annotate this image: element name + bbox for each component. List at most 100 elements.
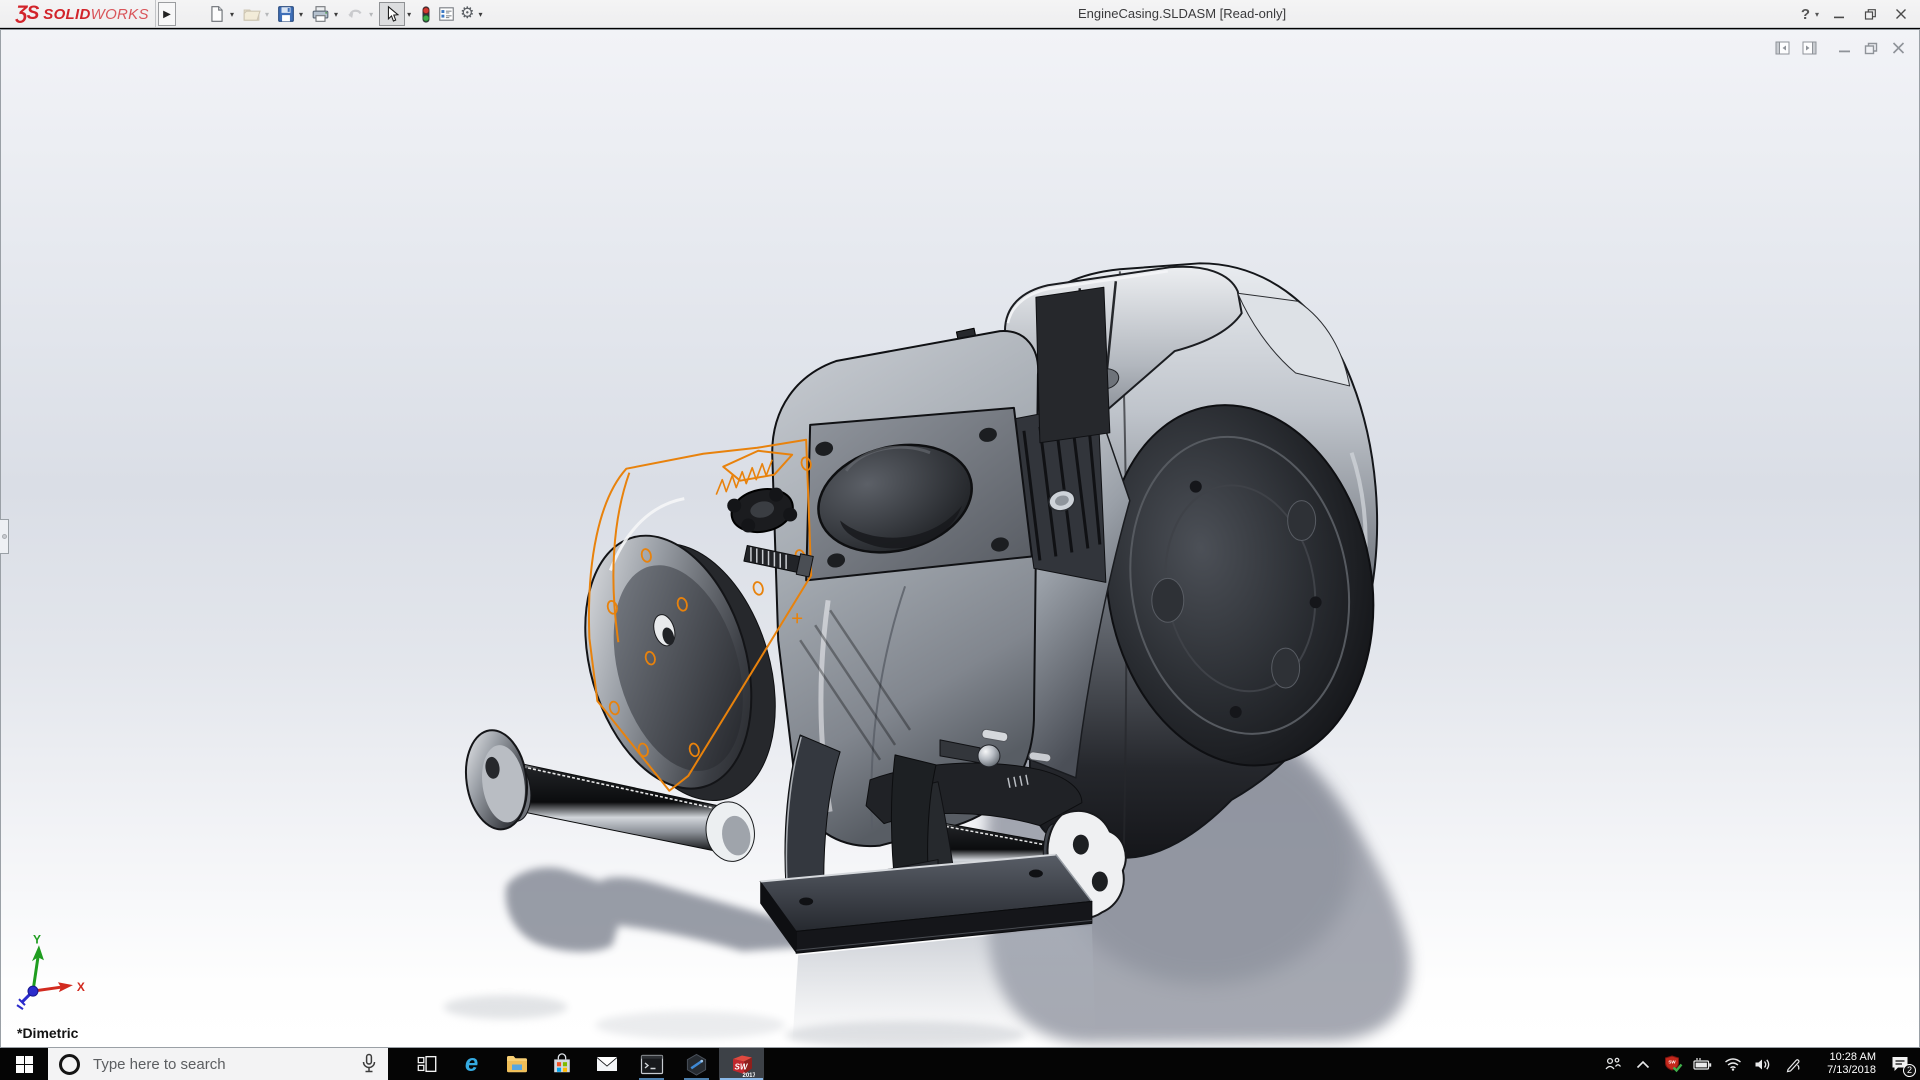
titlebar-separator <box>155 0 156 28</box>
sw-cube-year: 2017 <box>742 1073 755 1078</box>
undo-button[interactable] <box>344 2 367 26</box>
microphone-icon[interactable] <box>360 1053 378 1080</box>
undo-icon <box>348 9 362 18</box>
save-dropdown-arrow[interactable]: ▾ <box>299 10 303 19</box>
select-dropdown-arrow[interactable]: ▾ <box>407 10 411 19</box>
doc-minimize-button[interactable] <box>1835 40 1853 56</box>
select-cursor-icon <box>387 5 400 22</box>
mail-icon <box>595 1056 618 1071</box>
open-button[interactable] <box>240 2 263 26</box>
title-bar: ƷS SOLID WORKS ▶ ▾ ▾ ▾ ▾ ▾ ▾ ⚙ ▾ EngineC… <box>0 0 1920 28</box>
gear-icon: ⚙ <box>460 5 475 22</box>
microsoft-store-icon <box>553 1053 570 1073</box>
rear-plate <box>1035 286 1111 444</box>
doc-minimize-icon <box>1838 50 1850 53</box>
notification-badge: 2 <box>1903 1064 1916 1077</box>
people-icon[interactable] <box>1598 1048 1628 1080</box>
cylinder-face <box>805 406 1033 582</box>
dock-pane-left-button[interactable] <box>1773 40 1791 56</box>
brand-text-solid: SOLID <box>43 5 91 23</box>
options-button[interactable]: ⚙ <box>458 2 476 26</box>
solidworks-window: ƷS SOLID WORKS ▶ ▾ ▾ ▾ ▾ ▾ ▾ ⚙ ▾ EngineC… <box>0 0 1920 1080</box>
taskbar-app-mail[interactable] <box>584 1048 629 1080</box>
edge-icon: e <box>464 1050 479 1077</box>
clock-date: 7/13/2018 <box>1827 1064 1876 1076</box>
view-indicator-button[interactable] <box>417 2 435 26</box>
orientation-triad: Y X <box>16 932 85 1010</box>
cortana-icon <box>59 1053 80 1075</box>
open-folder-icon <box>243 9 261 21</box>
windows-taskbar: Type here to search e SW 2017 SW 10:28 A… <box>0 1048 1920 1080</box>
doc-restore-icon <box>1864 42 1878 54</box>
file-properties-button[interactable] <box>435 2 458 26</box>
minimize-button[interactable] <box>1828 4 1850 24</box>
select-tool-button[interactable] <box>379 2 406 26</box>
document-title: EngineCasing.SLDASM [Read-only] <box>1078 6 1287 21</box>
chevron-up-icon[interactable] <box>1628 1048 1658 1080</box>
traffic-light-icon <box>422 5 430 23</box>
graphics-area[interactable]: Y X *Dimetric <box>0 29 1920 1048</box>
restore-button[interactable] <box>1859 4 1881 24</box>
wifi-icon[interactable] <box>1718 1048 1748 1080</box>
quick-access-toolbar: ▾ ▾ ▾ ▾ ▾ ▾ ⚙ ▾ <box>206 2 488 26</box>
new-dropdown-arrow[interactable]: ▾ <box>230 10 234 19</box>
taskbar-apps: e SW 2017 <box>404 1048 764 1080</box>
flyout-arrow-icon: ▶ <box>163 8 171 20</box>
file-explorer-icon <box>506 1056 527 1073</box>
taskbar-app-solidworks[interactable]: SW 2017 <box>719 1048 764 1080</box>
file-properties-icon <box>439 7 454 21</box>
menu-flyout-button[interactable]: ▶ <box>158 2 176 26</box>
taskbar-app-task-view[interactable] <box>404 1048 449 1080</box>
battery-icon[interactable] <box>1688 1048 1718 1080</box>
taskbar-clock[interactable]: 10:28 AM 7/13/2018 <box>1814 1051 1876 1077</box>
minimize-icon <box>1834 16 1844 19</box>
save-button[interactable] <box>275 2 297 26</box>
splitter-grip-icon <box>2 534 7 539</box>
edrawings-hexagon-icon <box>686 1053 707 1076</box>
options-dropdown-arrow[interactable]: ▾ <box>478 10 482 19</box>
solidworks-resource-monitor-icon[interactable]: SW <box>1658 1048 1688 1080</box>
taskbar-search[interactable]: Type here to search <box>48 1048 388 1080</box>
solidworks-app-icon: SW 2017 <box>732 1055 755 1078</box>
doc-close-button[interactable] <box>1889 40 1907 56</box>
open-dropdown-arrow[interactable]: ▾ <box>265 10 269 19</box>
start-button[interactable] <box>0 1048 48 1080</box>
dock-left-icon <box>1775 41 1789 55</box>
system-tray: SW 10:28 AM 7/13/2018 2 <box>1598 1048 1920 1080</box>
help-dropdown-arrow[interactable]: ▾ <box>1815 10 1819 19</box>
new-document-icon <box>211 6 223 22</box>
clock-time: 10:28 AM <box>1829 1051 1876 1063</box>
ds-logo-icon: ƷS <box>16 3 39 24</box>
doc-close-icon <box>1892 42 1904 54</box>
taskbar-app-command-prompt[interactable] <box>629 1048 674 1080</box>
task-view-icon <box>417 1055 436 1073</box>
shield-sw-text: SW <box>1668 1059 1676 1064</box>
help-button[interactable]: ? <box>1801 6 1810 23</box>
taskbar-app-edge[interactable]: e <box>449 1048 494 1080</box>
print-dropdown-arrow[interactable]: ▾ <box>334 10 338 19</box>
view-orientation-label: *Dimetric <box>17 1025 79 1041</box>
stand-cast-shadow <box>505 867 807 952</box>
sw-cube-text: SW <box>734 1062 748 1071</box>
dock-right-icon <box>1802 41 1816 55</box>
search-placeholder-text: Type here to search <box>93 1055 226 1073</box>
windows-ink-icon[interactable] <box>1778 1048 1808 1080</box>
taskbar-app-edrawings[interactable] <box>674 1048 719 1080</box>
panel-splitter-tab[interactable] <box>0 519 9 554</box>
new-document-button[interactable] <box>206 2 228 26</box>
print-button[interactable] <box>309 2 332 26</box>
dock-pane-right-button[interactable] <box>1800 40 1818 56</box>
taskbar-app-file-explorer[interactable] <box>494 1048 539 1080</box>
undo-dropdown-arrow[interactable]: ▾ <box>369 10 373 19</box>
taskbar-app-store[interactable] <box>539 1048 584 1080</box>
windows-logo-icon <box>15 1055 33 1073</box>
doc-restore-button[interactable] <box>1862 40 1880 56</box>
close-button[interactable] <box>1890 4 1912 24</box>
close-icon <box>1896 9 1906 19</box>
action-center-button[interactable]: 2 <box>1880 1048 1920 1080</box>
volume-icon[interactable] <box>1748 1048 1778 1080</box>
print-icon <box>312 6 329 22</box>
triad-x-label: X <box>77 980 85 994</box>
triad-y-label: Y <box>33 932 41 946</box>
brand-text-works: WORKS <box>90 5 149 23</box>
